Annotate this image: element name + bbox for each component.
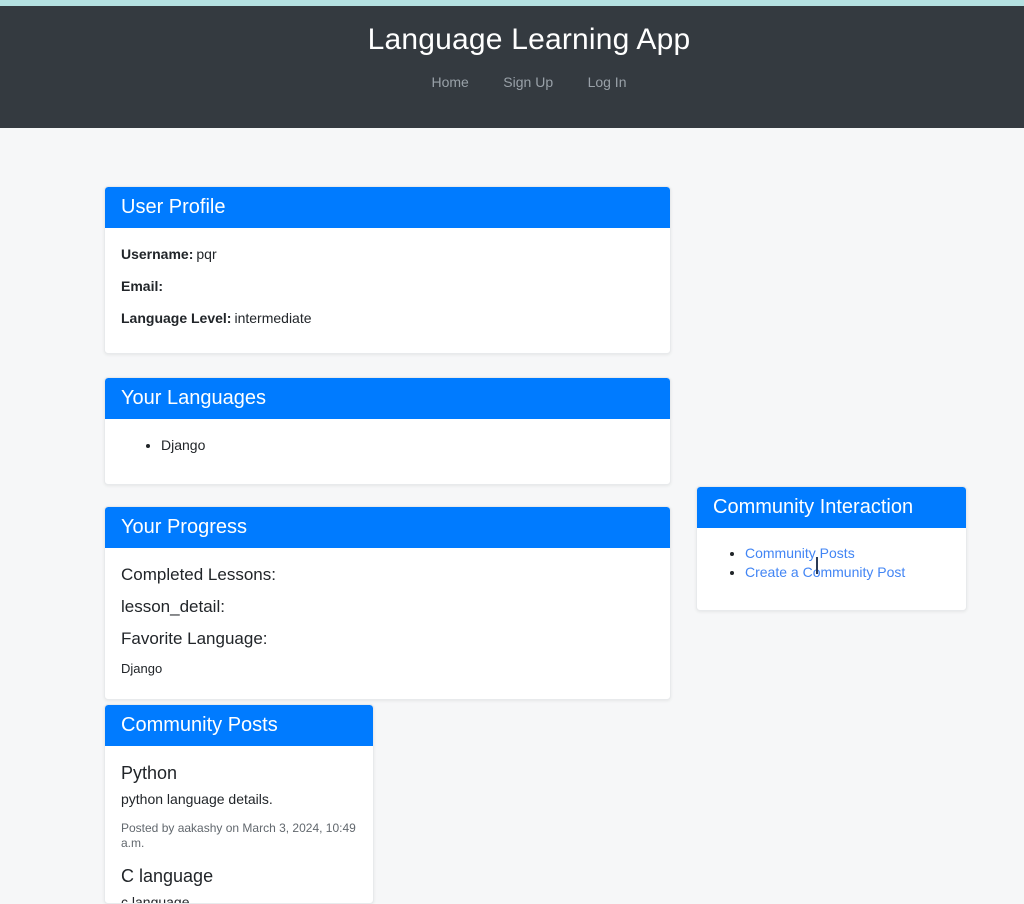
- community-posts-card: Community Posts Python python language d…: [104, 704, 374, 904]
- language-level-field: Language Level: intermediate: [121, 308, 654, 329]
- community-interaction-card-body: Community Posts Create a Community Post: [697, 528, 966, 598]
- favorite-language-value: Django: [121, 661, 163, 676]
- site-header: Language Learning App Home Sign Up Log I…: [0, 6, 1024, 128]
- community-posts-card-body: Python python language details. Posted b…: [105, 746, 373, 904]
- post-meta: Posted by aakashy on March 3, 2024, 10:4…: [121, 821, 356, 850]
- your-progress-card: Your Progress Completed Lessons: lesson_…: [104, 506, 671, 700]
- nav-login-link[interactable]: Log In: [573, 74, 642, 90]
- interaction-links-list: Community Posts Create a Community Post: [713, 544, 950, 582]
- community-interaction-card-header: Community Interaction: [697, 487, 966, 528]
- username-value: pqr: [196, 246, 217, 262]
- main-nav: Home Sign Up Log In: [17, 74, 1024, 92]
- language-level-value: intermediate: [234, 310, 312, 326]
- list-item: Django: [161, 435, 654, 456]
- username-field: Username: pqr: [121, 244, 654, 265]
- completed-lessons-label: Completed Lessons:: [121, 565, 276, 584]
- lesson-detail-label: lesson_detail:: [121, 597, 225, 616]
- language-level-label: Language Level:: [121, 310, 232, 326]
- community-post: C language c language: [121, 865, 357, 904]
- your-progress-card-header: Your Progress: [105, 507, 670, 548]
- list-item: Community Posts: [745, 544, 950, 563]
- community-interaction-card: Community Interaction Community Posts Cr…: [696, 486, 967, 611]
- nav-signup-link[interactable]: Sign Up: [488, 74, 568, 90]
- community-post: Python python language details. Posted b…: [121, 762, 357, 851]
- email-label: Email:: [121, 278, 164, 294]
- header-inner: Language Learning App Home Sign Up Log I…: [17, 6, 1024, 92]
- your-languages-card-header: Your Languages: [105, 378, 670, 419]
- user-profile-card-body: Username: pqr Email: Language Level: inter…: [105, 228, 670, 353]
- your-languages-card: Your Languages Django: [104, 377, 671, 485]
- user-profile-card-header: User Profile: [105, 187, 670, 228]
- community-posts-link[interactable]: Community Posts: [745, 545, 855, 561]
- text-caret: [816, 557, 818, 574]
- list-item: Create a Community Post: [745, 563, 950, 582]
- languages-list: Django: [121, 435, 654, 456]
- your-languages-card-body: Django: [105, 419, 670, 472]
- username-label: Username:: [121, 246, 194, 262]
- your-progress-card-body: Completed Lessons: lesson_detail: Favori…: [105, 548, 670, 694]
- nav-home-link[interactable]: Home: [416, 74, 483, 90]
- create-community-post-link[interactable]: Create a Community Post: [745, 564, 905, 580]
- post-title: Python: [121, 763, 178, 783]
- favorite-language-label: Favorite Language:: [121, 629, 268, 648]
- post-title: C language: [121, 866, 214, 886]
- email-field: Email:: [121, 276, 654, 297]
- user-profile-card: User Profile Username: pqr Email: Languag…: [104, 186, 671, 354]
- community-posts-card-header: Community Posts: [105, 705, 373, 746]
- app-title: Language Learning App: [367, 23, 691, 56]
- post-body: python language details.: [121, 791, 273, 807]
- post-body: c language: [121, 894, 190, 904]
